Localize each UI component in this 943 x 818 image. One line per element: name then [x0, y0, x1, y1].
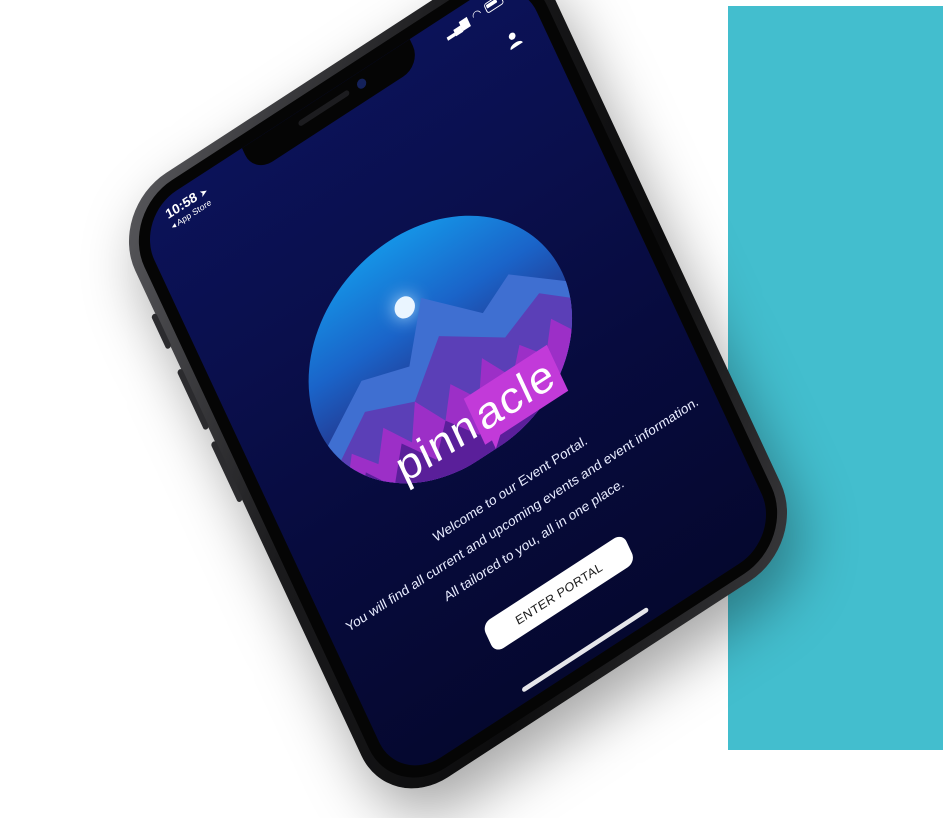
front-camera [355, 76, 368, 91]
phone-device: 10:58 ➤ ◂ App Store ▂▄▆ ◠ pinnacle Welco… [107, 0, 809, 816]
signal-bars-icon: ▂▄▆ [442, 14, 471, 41]
teal-background-panel [728, 6, 943, 750]
battery-icon [483, 0, 505, 14]
user-icon[interactable] [502, 27, 524, 52]
wifi-icon: ◠ [469, 5, 484, 24]
app-screen: 10:58 ➤ ◂ App Store ▂▄▆ ◠ pinnacle Welco… [134, 0, 782, 785]
